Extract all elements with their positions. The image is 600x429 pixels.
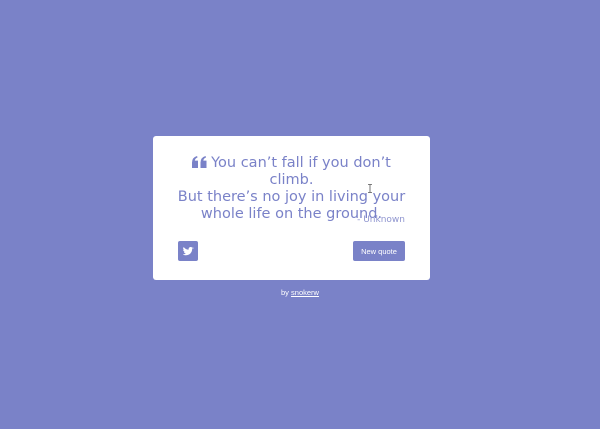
- footer-credit: by snokerw: [0, 288, 600, 297]
- footer-prefix: by: [281, 288, 289, 297]
- author-link[interactable]: snokerw: [291, 288, 319, 297]
- new-quote-button[interactable]: New quote: [353, 241, 405, 261]
- tweet-button[interactable]: [178, 241, 198, 261]
- quote-line-2: But there’s no joy in living your: [177, 189, 406, 205]
- twitter-icon: [182, 246, 194, 255]
- quote-text: You can’t fall if you don’t climb. But t…: [173, 155, 410, 223]
- quote-line-1: You can’t fall if you don’t climb.: [173, 155, 410, 189]
- quote-author: - Unknown: [357, 215, 405, 225]
- text-cursor-icon: [368, 184, 372, 193]
- quote-card: You can’t fall if you don’t climb. But t…: [153, 136, 430, 280]
- quote-left-icon: [192, 156, 207, 168]
